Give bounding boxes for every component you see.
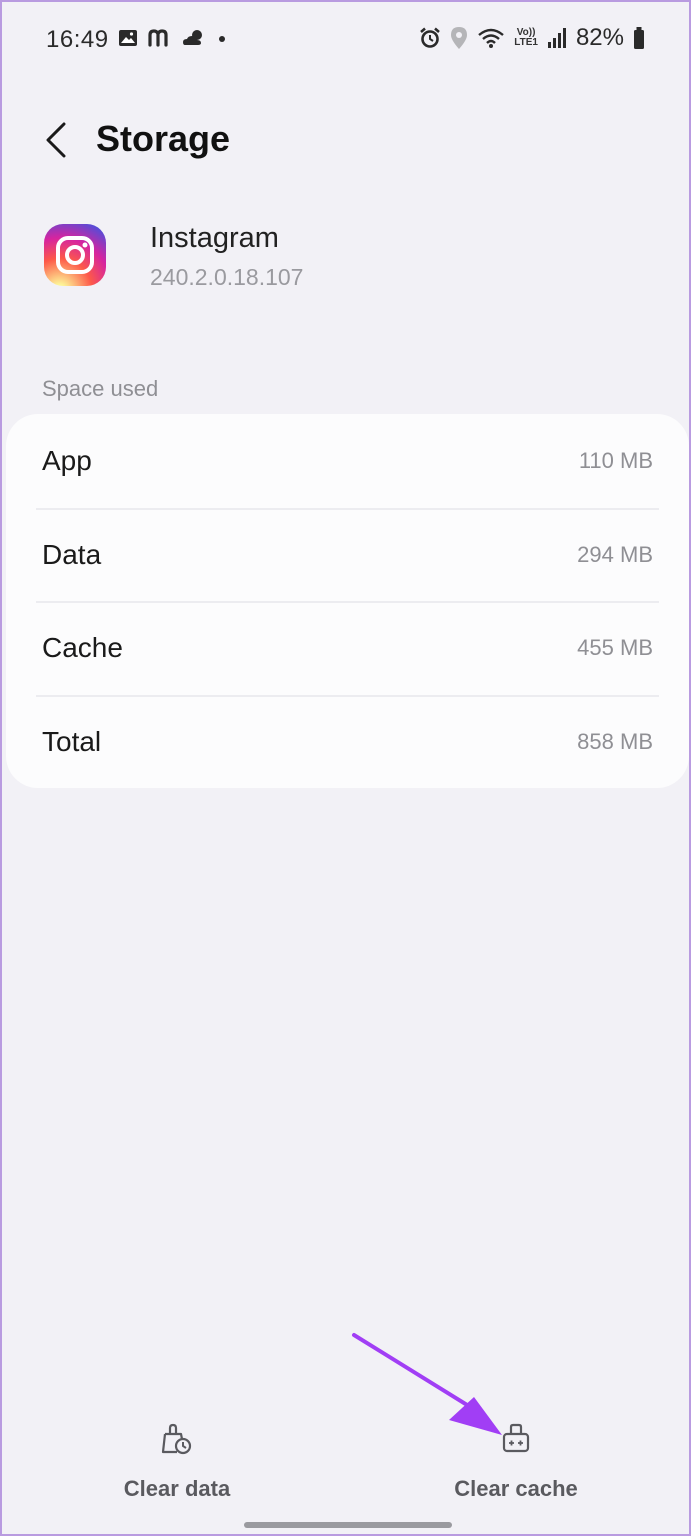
wifi-icon [478,28,505,48]
storage-row-app: App 110 MB [36,414,659,507]
clear-data-button[interactable]: Clear data [112,1422,242,1502]
notification-icons [118,28,228,48]
row-label: Data [42,538,102,570]
status-bar: 16:49 Vo)) LTE1 82% [2,2,689,80]
row-label: Total [42,725,102,757]
row-value: 110 MB [578,447,653,473]
volte-bottom-text: LTE1 [514,37,538,48]
space-used-label: Space used [42,376,159,401]
clear-cache-label: Clear cache [454,1476,578,1501]
back-button[interactable] [34,114,78,166]
app-version: 240.2.0.18.107 [150,264,304,290]
clear-data-icon [161,1423,192,1455]
status-time: 16:49 [46,26,109,53]
clear-data-label: Clear data [123,1476,231,1501]
clear-cache-icon [502,1423,530,1453]
gallery-icon [119,30,137,46]
home-indicator [244,1522,452,1528]
storage-row-total: Total 858 MB [36,695,659,788]
volte-indicator: Vo)) LTE1 [514,28,538,48]
alarm-icon [420,27,441,48]
battery-percent: 82% [575,24,624,51]
storage-row-data: Data 294 MB [36,508,659,601]
row-value: 455 MB [577,634,653,660]
instagram-icon [44,224,106,286]
storage-card: App 110 MB Data 294 MB Cache 455 MB Tota… [6,414,689,788]
signal-icon [547,28,566,48]
dot-icon [219,36,225,42]
system-indicators: Vo)) LTE1 82% [419,24,645,52]
page-title: Storage [96,118,231,159]
row-value: 294 MB [577,541,653,567]
storage-row-cache: Cache 455 MB [36,601,659,694]
battery-icon [634,27,644,49]
messenger-icon [148,29,168,47]
row-value: 858 MB [577,728,653,754]
location-icon [451,27,468,49]
row-label: App [42,444,92,476]
back-arrow-icon [46,122,66,158]
clear-cache-button[interactable]: Clear cache [446,1422,586,1502]
storage-screen: 16:49 Vo)) LTE1 82% Storage Instagram 24… [0,0,691,1536]
weather-icon [183,30,202,45]
app-name: Instagram [150,222,279,254]
row-label: Cache [42,631,123,663]
